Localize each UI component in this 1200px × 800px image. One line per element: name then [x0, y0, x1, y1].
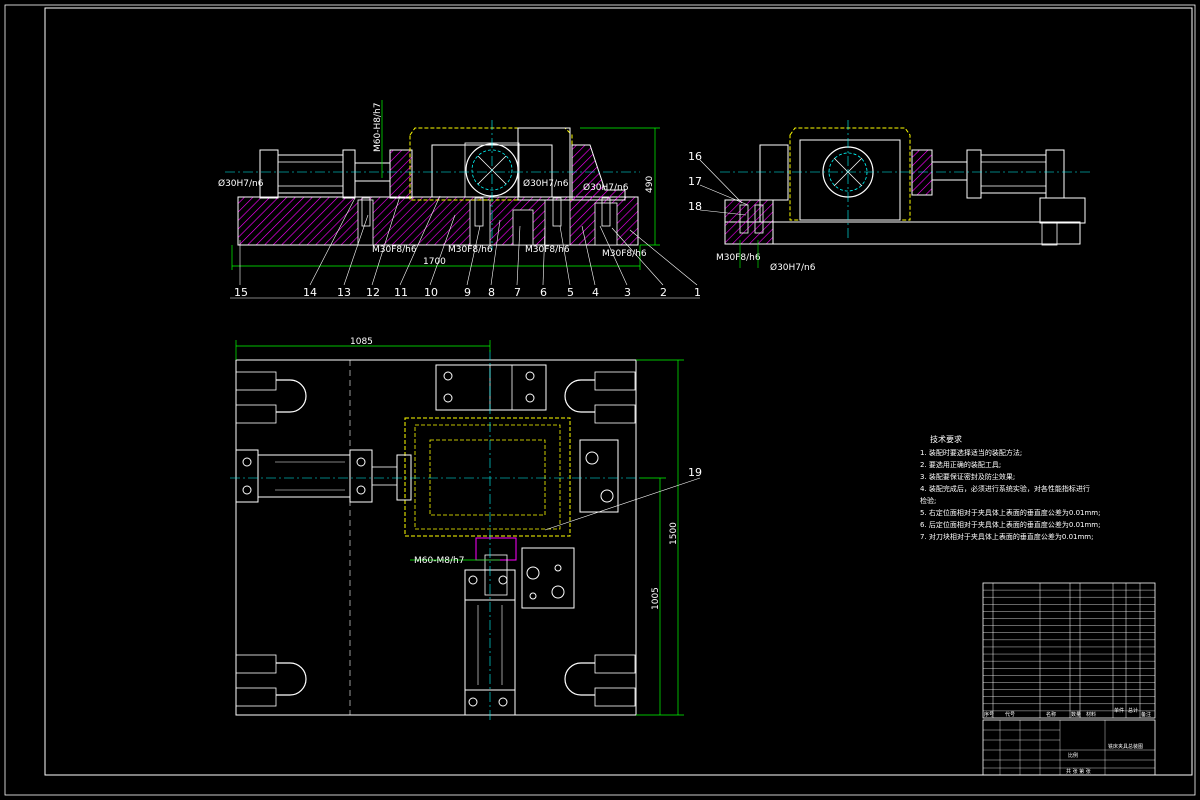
- cad-drawing: 1700 490 M60-H8/h7 Ø30H7/n6 Ø30H7/n6 Ø30…: [4, 4, 1196, 796]
- dim-fit-mid: Ø30H7/n6: [523, 178, 569, 189]
- callout-14: 14: [303, 286, 317, 299]
- callout-17: 17: [688, 175, 702, 188]
- callout-1: 1: [694, 286, 701, 299]
- header-total: 总计: [1128, 707, 1138, 714]
- tech-req-item-6: 5. 右定位面相对于夹具体上表面的垂直度公差为0.01mm;: [920, 508, 1101, 517]
- tech-req-item-4: 4. 装配完成后，必须进行系统实验，对各性能指标进行: [920, 484, 1090, 493]
- tech-req-item-5: 检验;: [920, 496, 936, 505]
- cylinder-left: [259, 149, 279, 199]
- header-material: 材料: [1086, 711, 1096, 718]
- base-plate: [237, 196, 639, 246]
- callout-3: 3: [624, 286, 631, 299]
- callout-7: 7: [514, 286, 521, 299]
- side-view: 16 17 18 M30F8/h6 Ø30H7/n6: [688, 120, 1090, 273]
- callout-9: 9: [464, 286, 471, 299]
- side-dim-thread: M30F8/h6: [716, 253, 761, 263]
- dim-height: 490: [645, 176, 655, 193]
- callout-5: 5: [567, 286, 574, 299]
- tech-req-item-3: 3. 装配要保证密封及防尘效果;: [920, 472, 1015, 481]
- drawing-frame: [44, 7, 1193, 776]
- callout-18: 18: [688, 200, 702, 213]
- callout-11: 11: [394, 286, 408, 299]
- callout-19: 19: [688, 466, 702, 479]
- tech-req-item-2: 2. 要选用正确的装配工具;: [920, 460, 1001, 469]
- callout-16: 16: [688, 150, 702, 163]
- plan-view: 1085 1500 1005 M60-M8/h7 19: [230, 337, 702, 720]
- dim-thread-1: M30F8/h6: [372, 245, 417, 255]
- side-base: [724, 221, 1081, 245]
- dim-thread-4: M30F8/h6: [602, 249, 647, 259]
- callout-2: 2: [660, 286, 667, 299]
- callout-12: 12: [366, 286, 380, 299]
- plan-dim-height: 1500: [669, 522, 679, 545]
- dim-fit-right: Ø30H7/n6: [583, 182, 629, 193]
- header-code: 代号: [1005, 711, 1015, 718]
- header-remark: 备注: [1141, 711, 1151, 718]
- callout-15: 15: [234, 286, 248, 299]
- tech-req-item-8: 7. 对刀块相对于夹具体上表面的垂直度公差为0.01mm;: [920, 532, 1094, 541]
- plan-dim-fit: M60-M8/h7: [414, 556, 464, 566]
- workpiece-outline: [409, 127, 573, 201]
- front-view: 1700 490 M60-H8/h7 Ø30H7/n6 Ø30H7/n6 Ø30…: [218, 100, 701, 299]
- dim-thread-2: M30F8/h6: [448, 245, 493, 255]
- header-no: 序号: [984, 711, 994, 718]
- dim-fit-left: Ø30H7/n6: [218, 178, 264, 189]
- tech-req-item-1: 1. 装配时要选择适当的装配方法;: [920, 448, 1022, 457]
- callout-6: 6: [540, 286, 547, 299]
- callout-13: 13: [337, 286, 351, 299]
- tech-req-item-7: 6. 后定位面相对于夹具体上表面的垂直度公差为0.01mm;: [920, 520, 1101, 529]
- plan-dim-inner: 1005: [651, 587, 661, 610]
- plan-base-plate: [235, 359, 637, 716]
- callout-8: 8: [488, 286, 495, 299]
- header-unit: 单件: [1114, 707, 1124, 714]
- scale-label: 比例: [1068, 752, 1078, 759]
- header-qty: 数量: [1071, 711, 1081, 718]
- callout-4: 4: [592, 286, 599, 299]
- sheet-label: 共 张 第 张: [1066, 768, 1091, 775]
- title-block: 序号 代号 名称 数量 材料 单件 总计 备注 铣床夹具总装图 比例 共 张 第…: [982, 582, 1156, 776]
- dim-fit-top: M60-H8/h7: [373, 103, 383, 152]
- dim-thread-3: M30F8/h6: [525, 245, 570, 255]
- callout-10: 10: [424, 286, 438, 299]
- drawing-name: 铣床夹具总装图: [1108, 743, 1143, 750]
- technical-requirements: 技术要求 1. 装配时要选择适当的装配方法; 2. 要选用正确的装配工具; 3.…: [920, 434, 1101, 541]
- tech-req-title: 技术要求: [930, 434, 962, 444]
- plan-dim-width: 1085: [350, 337, 373, 347]
- header-name: 名称: [1046, 711, 1056, 718]
- dim-overall-width: 1700: [423, 257, 446, 267]
- sheet-border: [4, 4, 1196, 796]
- side-dim-fit: Ø30H7/n6: [770, 262, 816, 273]
